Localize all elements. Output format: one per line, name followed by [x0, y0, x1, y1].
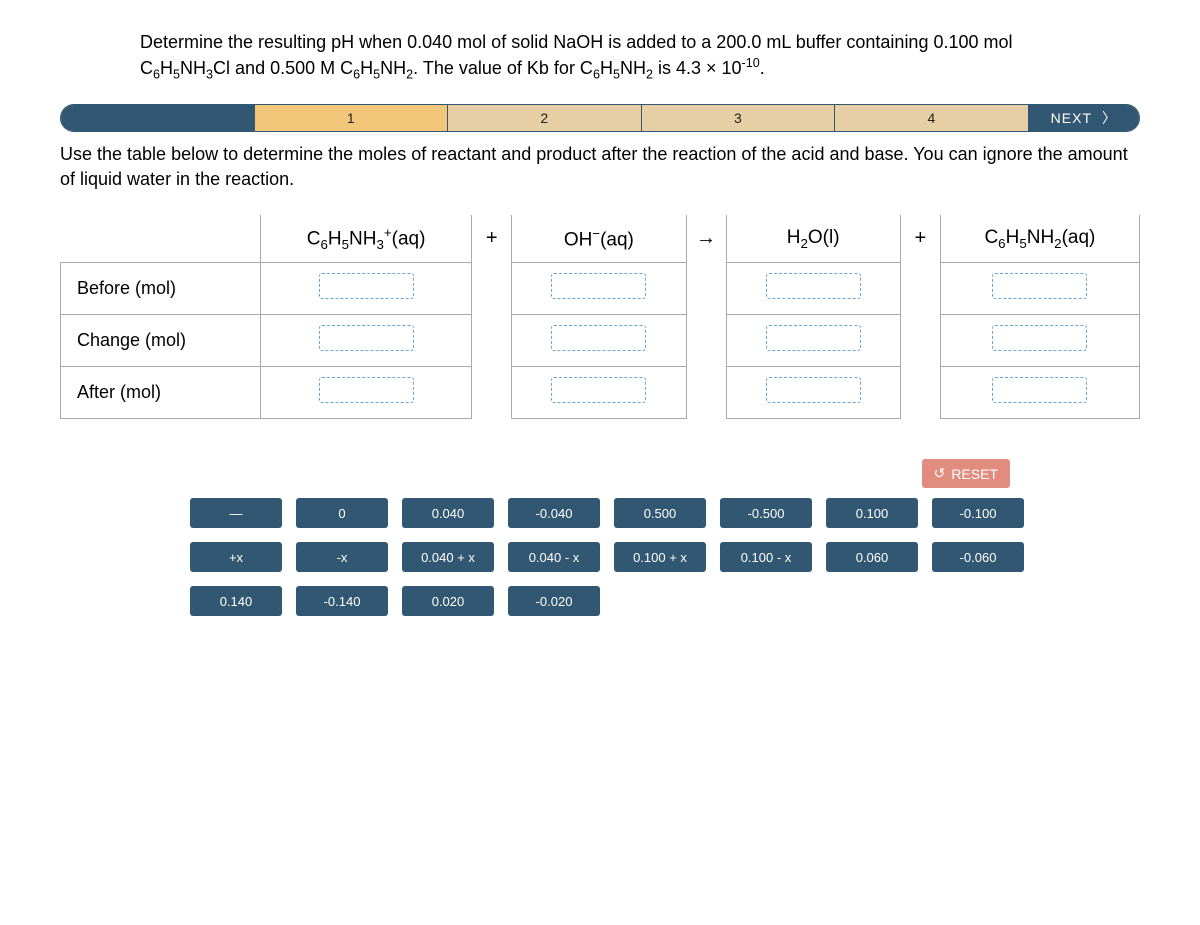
tile[interactable]: 0.060: [826, 542, 918, 572]
progress-step-4[interactable]: 4: [835, 105, 1028, 131]
tile[interactable]: -0.040: [508, 498, 600, 528]
ice-table: C6H5NH3+(aq) + OH−(aq) → H2O(l) + C6H5NH…: [60, 215, 1140, 419]
tile[interactable]: -x: [296, 542, 388, 572]
step-instruction: Use the table below to determine the mol…: [60, 142, 1140, 191]
reset-label: RESET: [951, 466, 998, 482]
slot-after-4[interactable]: [992, 377, 1087, 403]
tile[interactable]: 0.040 - x: [508, 542, 600, 572]
plus-1: +: [472, 215, 512, 263]
slot-before-4[interactable]: [992, 273, 1087, 299]
row-after: After (mol): [61, 367, 261, 419]
tile[interactable]: 0.140: [190, 586, 282, 616]
slot-before-1[interactable]: [319, 273, 414, 299]
slot-before-2[interactable]: [551, 273, 646, 299]
tile[interactable]: 0.040 + x: [402, 542, 494, 572]
tile[interactable]: -0.100: [932, 498, 1024, 528]
slot-change-3[interactable]: [766, 325, 861, 351]
progress-step-2[interactable]: 2: [448, 105, 642, 131]
slot-change-1[interactable]: [319, 325, 414, 351]
tile[interactable]: —: [190, 498, 282, 528]
slot-after-3[interactable]: [766, 377, 861, 403]
slot-change-2[interactable]: [551, 325, 646, 351]
tile[interactable]: 0: [296, 498, 388, 528]
tile[interactable]: 0.020: [402, 586, 494, 616]
tile[interactable]: -0.060: [932, 542, 1024, 572]
next-button[interactable]: NEXT 〉: [1028, 105, 1139, 131]
species-4: C6H5NH2(aq): [940, 215, 1139, 263]
tile[interactable]: 0.100 + x: [614, 542, 706, 572]
species-3: H2O(l): [726, 215, 900, 263]
tile-row-1: — 0 0.040 -0.040 0.500 -0.500 0.100 -0.1…: [190, 498, 1080, 528]
reset-button[interactable]: ↺ RESET: [922, 459, 1010, 488]
slot-after-2[interactable]: [551, 377, 646, 403]
species-2: OH−(aq): [512, 215, 686, 263]
tile[interactable]: -0.500: [720, 498, 812, 528]
tile[interactable]: -0.140: [296, 586, 388, 616]
row-change: Change (mol): [61, 315, 261, 367]
slot-after-1[interactable]: [319, 377, 414, 403]
row-before: Before (mol): [61, 263, 261, 315]
tile-row-3: 0.140 -0.140 0.020 -0.020: [190, 586, 1080, 616]
tile[interactable]: 0.100: [826, 498, 918, 528]
tile[interactable]: 0.040: [402, 498, 494, 528]
tile[interactable]: -0.020: [508, 586, 600, 616]
chevron-right-icon: 〉: [1102, 108, 1117, 128]
tile-row-2: +x -x 0.040 + x 0.040 - x 0.100 + x 0.10…: [190, 542, 1080, 572]
undo-icon: ↺: [934, 465, 946, 482]
next-label: NEXT: [1051, 110, 1092, 126]
progress-step-0[interactable]: [61, 105, 255, 131]
slot-before-3[interactable]: [766, 273, 861, 299]
question-text: Determine the resulting pH when 0.040 mo…: [140, 30, 1060, 84]
reaction-arrow: →: [686, 215, 726, 263]
species-1: C6H5NH3+(aq): [261, 215, 472, 263]
progress-bar: 1 2 3 4 NEXT 〉: [60, 104, 1140, 132]
tile[interactable]: 0.500: [614, 498, 706, 528]
progress-step-1[interactable]: 1: [255, 105, 449, 131]
slot-change-4[interactable]: [992, 325, 1087, 351]
tile[interactable]: +x: [190, 542, 282, 572]
progress-step-3[interactable]: 3: [642, 105, 836, 131]
tile[interactable]: 0.100 - x: [720, 542, 812, 572]
answer-tiles: — 0 0.040 -0.040 0.500 -0.500 0.100 -0.1…: [60, 498, 1140, 616]
plus-2: +: [900, 215, 940, 263]
